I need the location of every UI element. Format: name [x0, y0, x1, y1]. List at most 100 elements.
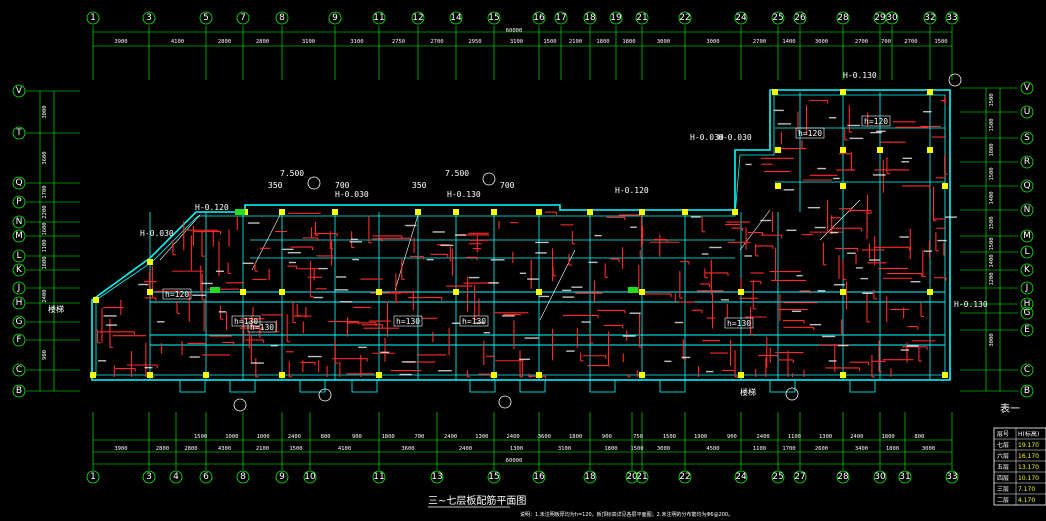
table-elevation-cell: 16.170 — [1018, 453, 1039, 460]
dim-bottom: 3000 — [922, 446, 935, 452]
dim-bottom: 2100 — [256, 446, 269, 452]
rebar-label-mark — [349, 241, 363, 243]
slab-thickness-label: h=130 — [727, 319, 751, 328]
rebar-label-mark — [830, 231, 838, 234]
rebar-label-mark — [201, 282, 213, 285]
dim-bottom: 1700 — [782, 446, 795, 452]
dim-left: 1700 — [42, 185, 48, 198]
column — [491, 209, 497, 215]
dim-right: 1500 — [989, 237, 995, 250]
rebar-label-mark — [847, 252, 856, 254]
axis-label-left: T — [15, 128, 22, 138]
rebar-label-mark — [910, 281, 921, 283]
column — [738, 289, 744, 295]
axis-label-left: Q — [15, 178, 22, 188]
axis-label-right: V — [1024, 83, 1031, 93]
rebar-label-mark — [490, 259, 505, 261]
rebar-label-mark — [451, 322, 461, 324]
axis-label-top: 24 — [735, 13, 747, 23]
plan-annotation: 700 — [500, 181, 515, 190]
rebar-label-mark — [242, 262, 254, 265]
rebar-label-mark — [358, 346, 367, 349]
slab-thickness-label: h=120 — [798, 129, 822, 138]
rebar-label-mark — [829, 117, 837, 119]
dim-bottom-inner: 750 — [633, 434, 643, 440]
column — [279, 209, 285, 215]
dim-top: 3000 — [706, 39, 719, 45]
rebar-label-mark — [335, 276, 347, 278]
elevation-label: H-0.120 — [195, 203, 229, 212]
rebar-label-mark — [247, 222, 260, 224]
drawing-background — [0, 0, 1046, 521]
rebar-label-mark — [468, 276, 480, 279]
dim-left: 2400 — [42, 289, 48, 302]
axis-label-bottom: 22 — [679, 472, 690, 482]
dim-bottom: 1800 — [886, 446, 899, 452]
dim-top: 1800 — [596, 39, 609, 45]
dim-bottom: 4100 — [338, 446, 351, 452]
rebar-label-mark — [438, 370, 452, 372]
axis-label-right: N — [1024, 205, 1031, 215]
axis-label-right: B — [1024, 386, 1030, 396]
rebar-label-mark — [630, 226, 637, 228]
rebar-label-mark — [488, 282, 499, 284]
dim-bottom-inner: 2400 — [850, 434, 863, 440]
dim-left: 1800 — [42, 256, 48, 269]
axis-label-right: G — [1024, 308, 1031, 318]
column — [453, 289, 459, 295]
rebar-label-mark — [318, 267, 328, 270]
axis-label-left: H — [16, 298, 23, 308]
rebar-label-mark — [817, 167, 826, 170]
plan-annotation: 350 — [268, 181, 283, 190]
dim-bottom-inner: 1800 — [882, 434, 895, 440]
axis-label-bottom: 10 — [304, 472, 316, 482]
rebar-label-mark — [701, 253, 709, 255]
rebar-label-mark — [786, 229, 797, 232]
slab-thickness-label: h=120 — [165, 290, 189, 299]
rebar-label-mark — [629, 312, 641, 314]
rebar-label-mark — [822, 335, 836, 338]
table-floor-cell: 四层 — [997, 475, 1009, 482]
axis-label-top: 9 — [332, 13, 338, 23]
table-floor-cell: 二层 — [997, 497, 1009, 504]
axis-label-right: C — [1024, 365, 1030, 375]
axis-label-bottom: 6 — [203, 472, 209, 482]
rebar-label-mark — [828, 360, 837, 362]
rebar-label-mark — [923, 111, 932, 113]
dim-bottom-inner: 2400 — [288, 434, 301, 440]
column — [927, 147, 933, 153]
elevation-label: H-0.030 — [335, 190, 369, 199]
dim-right: 1500 — [989, 118, 995, 131]
axis-label-left: J — [17, 283, 21, 293]
axis-label-left: L — [16, 251, 21, 261]
axis-label-bottom: 3 — [146, 472, 152, 482]
column — [840, 147, 846, 153]
axis-label-bottom: 13 — [431, 472, 442, 482]
structural-floor-plan: 3900 4100 2800 2800 3100 3100 2750 2700 2950 3100… — [0, 0, 1046, 521]
dim-bottom-inner: 1300 — [475, 434, 488, 440]
dim-top: 3900 — [114, 39, 127, 45]
rebar-label-mark — [945, 216, 957, 218]
rebar-label-mark — [872, 174, 886, 176]
rebar-label-mark — [106, 324, 118, 326]
axis-label-top: 28 — [837, 13, 849, 23]
axis-label-bottom: 16 — [533, 472, 545, 482]
axis-label-left: P — [16, 197, 22, 207]
column — [147, 259, 153, 265]
axis-label-top: 33 — [946, 13, 957, 23]
dim-bottom: 4300 — [218, 446, 231, 452]
axis-label-top: 8 — [279, 13, 285, 23]
elevation-label: H-0.130 — [954, 300, 988, 309]
dim-top: 2950 — [468, 39, 481, 45]
rebar-label-mark — [902, 157, 913, 160]
dim-bottom-inner: 1100 — [788, 434, 801, 440]
rebar-label-mark — [870, 131, 882, 134]
rebar-label-mark — [900, 349, 910, 351]
column — [536, 289, 542, 295]
axis-label-top: 3 — [146, 13, 152, 23]
plan-annotation: 7.500 — [280, 169, 304, 178]
rebar-label-mark — [535, 241, 549, 244]
column — [639, 209, 645, 215]
column — [927, 289, 933, 295]
rebar-label-mark — [690, 216, 701, 218]
